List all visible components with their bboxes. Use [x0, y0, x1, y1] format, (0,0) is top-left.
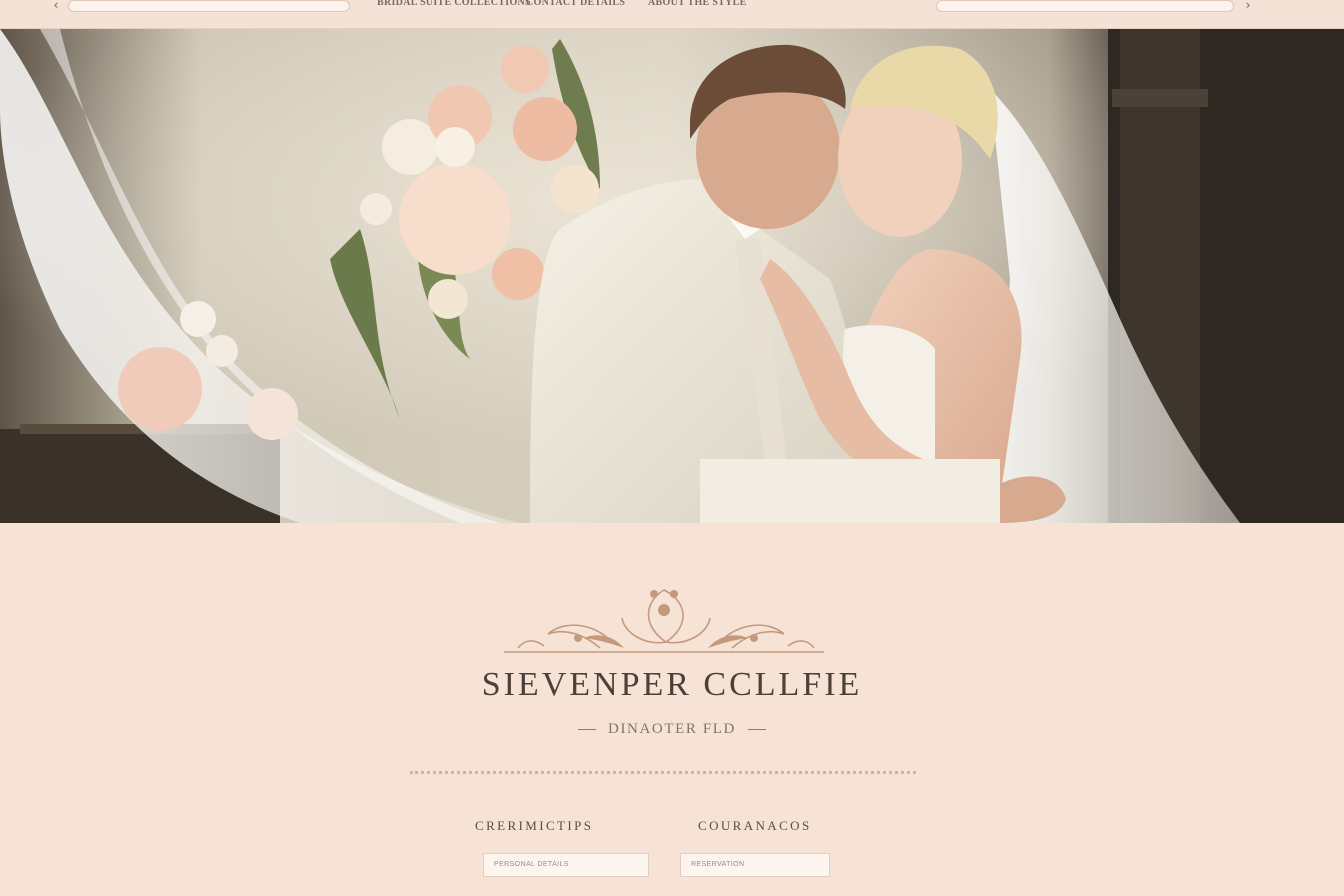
dotted-divider [410, 771, 916, 774]
hero-photo [0, 29, 1344, 523]
hero-illustration [0, 29, 1344, 523]
column-label-left: CRERIMICTIPS [475, 818, 594, 833]
left-form-field[interactable]: PERSONAL DETAILS [483, 853, 649, 877]
floral-crest-ornament [504, 589, 824, 653]
right-form-field[interactable]: RESERVATION [680, 853, 830, 877]
page-title: SIEVENPER CCLLFIE [481, 666, 863, 703]
page-subtitle: DINAOTER FLD [608, 721, 736, 737]
chevron-right-icon[interactable]: › [1240, 0, 1256, 12]
nav-link-collections[interactable]: BRIDAL SUITE COLLECTIONS [377, 0, 531, 8]
subtitle-dash-left [578, 729, 597, 731]
nav-link-about[interactable]: ABOUT THE STYLE [648, 0, 747, 8]
subtitle-dash-right [747, 729, 766, 731]
nav-link-contact[interactable]: CONTACT DETAILS [526, 0, 625, 8]
right-search-input[interactable] [936, 0, 1234, 12]
left-search-input[interactable] [68, 0, 350, 12]
column-label-right: COURANACOS [698, 818, 812, 833]
subtitle-row: DINAOTER FLD [0, 721, 1344, 738]
top-navigation-bar: ‹ BRIDAL SUITE COLLECTIONS CONTACT DETAI… [0, 0, 1344, 29]
chevron-left-icon[interactable]: ‹ [48, 0, 64, 12]
